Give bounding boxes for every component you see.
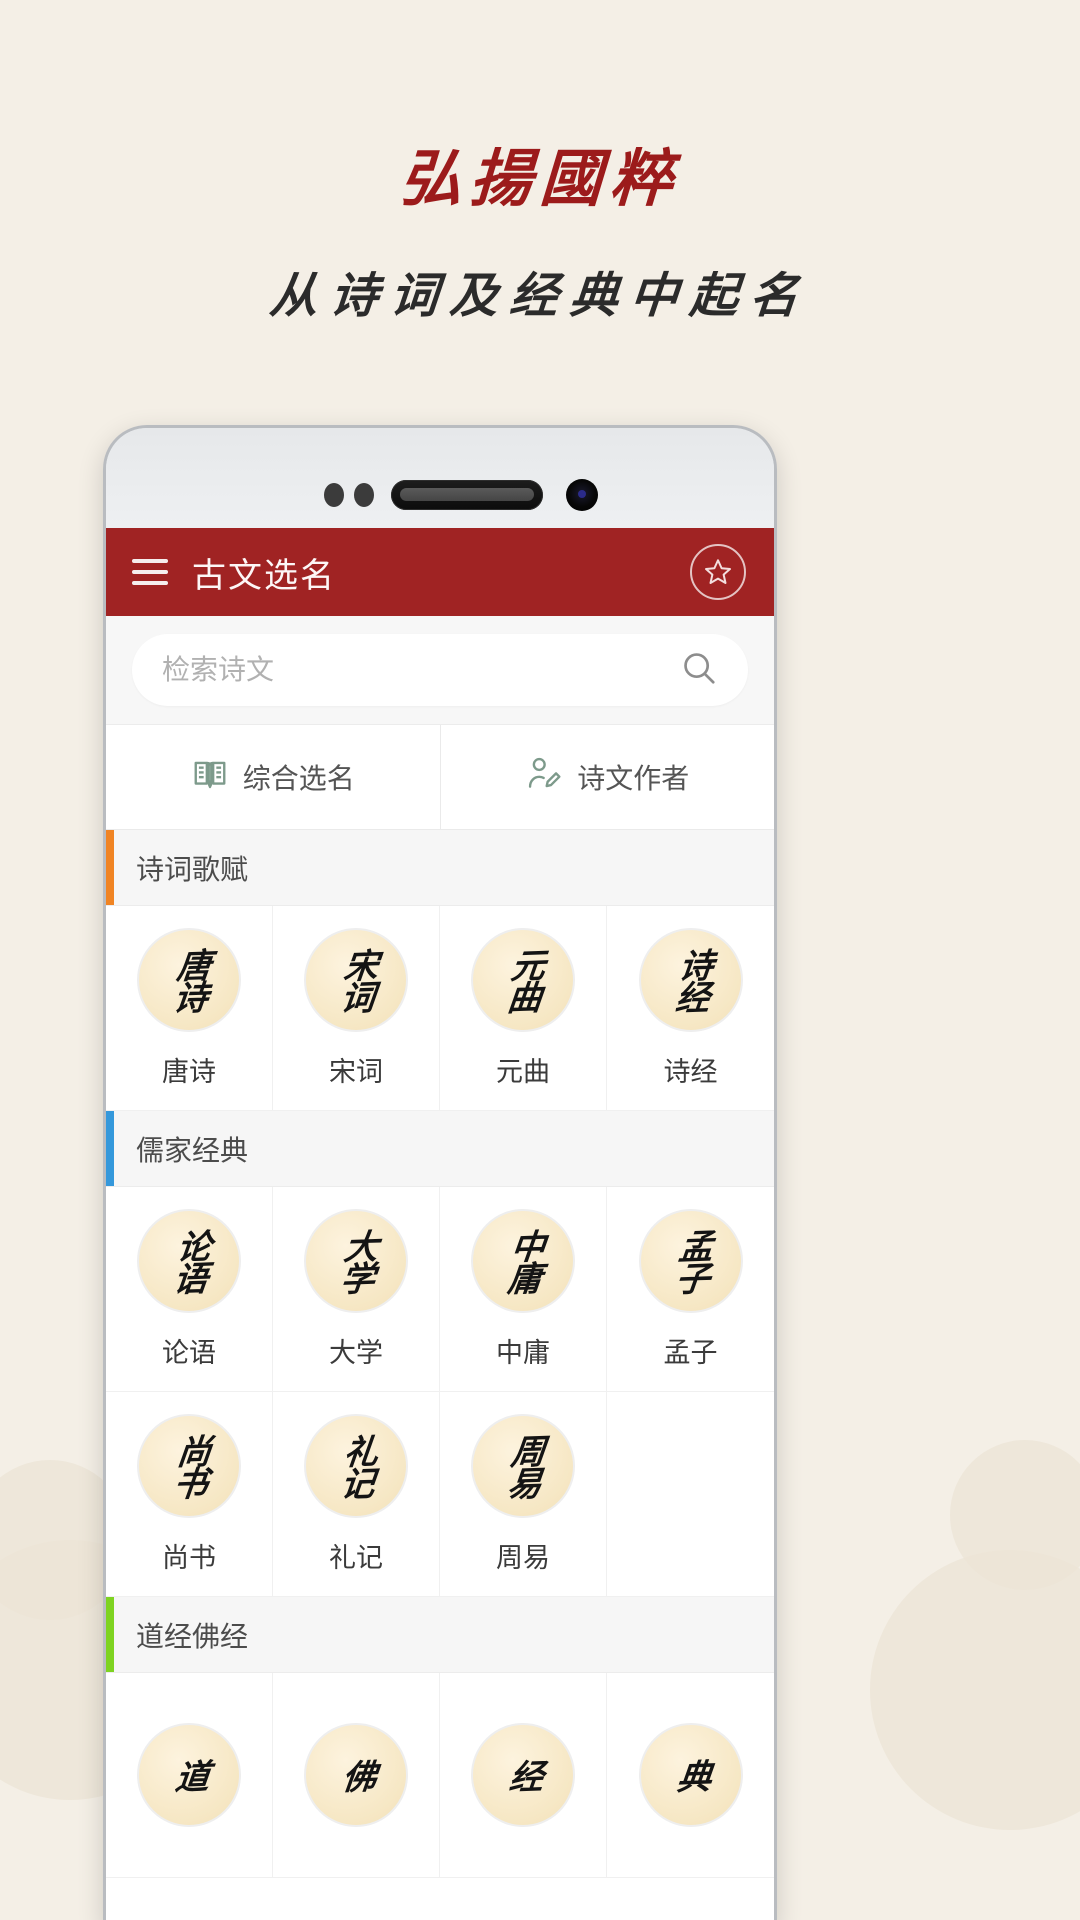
front-camera-icon (566, 479, 598, 511)
section-header-confucian: 儒家经典 (106, 1111, 774, 1187)
page-title: 古文选名 (192, 556, 336, 595)
calligraphy-seal-icon: 论语 (137, 1208, 241, 1313)
category-label: 周易 (496, 1542, 550, 1573)
section-title: 诗词歌赋 (136, 853, 249, 885)
section-grid-confucian: 论语 论语 大学 大学 中庸 中庸 孟子 孟子 尚书 尚书 礼记 礼记 周易 周… (106, 1187, 774, 1597)
section-title: 儒家经典 (136, 1134, 249, 1166)
category-item[interactable]: 论语 论语 (106, 1187, 273, 1392)
calligraphy-seal-icon: 尚书 (137, 1413, 241, 1518)
promo-headline: 弘揚國粹 (398, 142, 682, 215)
sensor-dot-icon (324, 483, 344, 507)
star-icon[interactable] (690, 544, 746, 600)
category-label: 大学 (329, 1337, 383, 1368)
calligraphy-seal-icon: 佛 (304, 1723, 408, 1827)
section-accent-bar (106, 830, 114, 905)
category-item[interactable]: 礼记 礼记 (273, 1392, 440, 1597)
category-item[interactable]: 经 (440, 1673, 607, 1878)
category-label: 元曲 (496, 1056, 550, 1087)
phone-bezel-top (106, 428, 774, 528)
calligraphy-seal-icon: 礼记 (304, 1413, 408, 1518)
calligraphy-seal-icon: 孟子 (638, 1208, 743, 1313)
section-header-poetry: 诗词歌赋 (106, 830, 774, 906)
calligraphy-seal-icon: 周易 (471, 1413, 575, 1518)
category-label: 唐诗 (162, 1056, 216, 1087)
category-item[interactable]: 典 (607, 1673, 774, 1878)
tab-comprehensive-naming[interactable]: 综合选名 (106, 725, 440, 829)
calligraphy-seal-icon: 中庸 (471, 1208, 575, 1313)
app-screen: 古文选名 检索诗文 综合选名 诗文作者 诗词歌赋 唐诗 唐诗 宋词 宋词 元曲 … (106, 528, 774, 1920)
category-item[interactable]: 中庸 中庸 (440, 1187, 607, 1392)
promo-subheadline: 从诗词及经典中起名 (267, 268, 813, 324)
category-label: 宋词 (329, 1056, 383, 1087)
calligraphy-seal-icon: 诗经 (638, 927, 743, 1032)
category-list: 诗词歌赋 唐诗 唐诗 宋词 宋词 元曲 元曲 诗经 诗经 儒家经典 论语 论语 … (106, 830, 774, 1878)
section-accent-bar (106, 1111, 114, 1186)
category-label: 诗经 (663, 1056, 718, 1087)
category-item[interactable]: 元曲 元曲 (440, 906, 607, 1111)
category-label: 礼记 (329, 1542, 383, 1573)
category-label: 中庸 (496, 1337, 550, 1368)
calligraphy-seal-icon: 道 (137, 1723, 241, 1827)
category-item[interactable]: 周易 周易 (440, 1392, 607, 1597)
category-item[interactable]: 尚书 尚书 (106, 1392, 273, 1597)
tab-bar: 综合选名 诗文作者 (106, 725, 774, 830)
calligraphy-seal-icon: 元曲 (471, 927, 575, 1032)
section-title: 道经佛经 (136, 1620, 249, 1652)
category-item[interactable]: 佛 (273, 1673, 440, 1878)
calligraphy-seal-icon: 典 (638, 1723, 743, 1827)
category-item[interactable]: 大学 大学 (273, 1187, 440, 1392)
category-item-placeholder (607, 1392, 774, 1597)
search-bar (106, 616, 774, 725)
calligraphy-seal-icon: 大学 (304, 1208, 408, 1313)
person-pen-icon (525, 755, 563, 800)
earpiece-speaker-icon (391, 480, 543, 510)
promo-hero: 弘揚國粹 从诗词及经典中起名 (0, 0, 1080, 324)
category-item[interactable]: 唐诗 唐诗 (106, 906, 273, 1111)
category-item[interactable]: 诗经 诗经 (607, 906, 774, 1111)
section-grid-poetry: 唐诗 唐诗 宋词 宋词 元曲 元曲 诗经 诗经 (106, 906, 774, 1111)
calligraphy-seal-icon: 唐诗 (137, 927, 241, 1032)
category-item[interactable]: 宋词 宋词 (273, 906, 440, 1111)
search-icon[interactable] (680, 649, 718, 692)
section-grid-taoist-buddhist: 道 佛 经 典 (106, 1673, 774, 1878)
category-label: 论语 (162, 1337, 216, 1368)
app-header-bar: 古文选名 (106, 528, 774, 616)
calligraphy-seal-icon: 宋词 (304, 927, 408, 1032)
category-label: 尚书 (162, 1542, 216, 1573)
section-accent-bar (106, 1597, 114, 1672)
hamburger-icon[interactable] (132, 559, 168, 585)
tab-poem-authors[interactable]: 诗文作者 (439, 725, 775, 829)
search-box[interactable] (132, 634, 748, 706)
calligraphy-seal-icon: 经 (471, 1723, 575, 1827)
section-header-taoist-buddhist: 道经佛经 (106, 1597, 774, 1673)
cloud-decoration-right-1 (870, 1550, 1080, 1830)
phone-mockup: 古文选名 检索诗文 综合选名 诗文作者 诗词歌赋 唐诗 唐诗 宋词 宋词 元曲 … (103, 425, 777, 1920)
tab-label: 综合选名 (242, 763, 355, 794)
category-label: 孟子 (663, 1337, 718, 1368)
category-item[interactable]: 道 (106, 1673, 273, 1878)
open-book-icon (191, 755, 229, 800)
category-item[interactable]: 孟子 孟子 (607, 1187, 774, 1392)
search-input[interactable] (162, 654, 680, 686)
sensor-dot-icon (354, 483, 374, 507)
tab-label: 诗文作者 (577, 763, 690, 794)
